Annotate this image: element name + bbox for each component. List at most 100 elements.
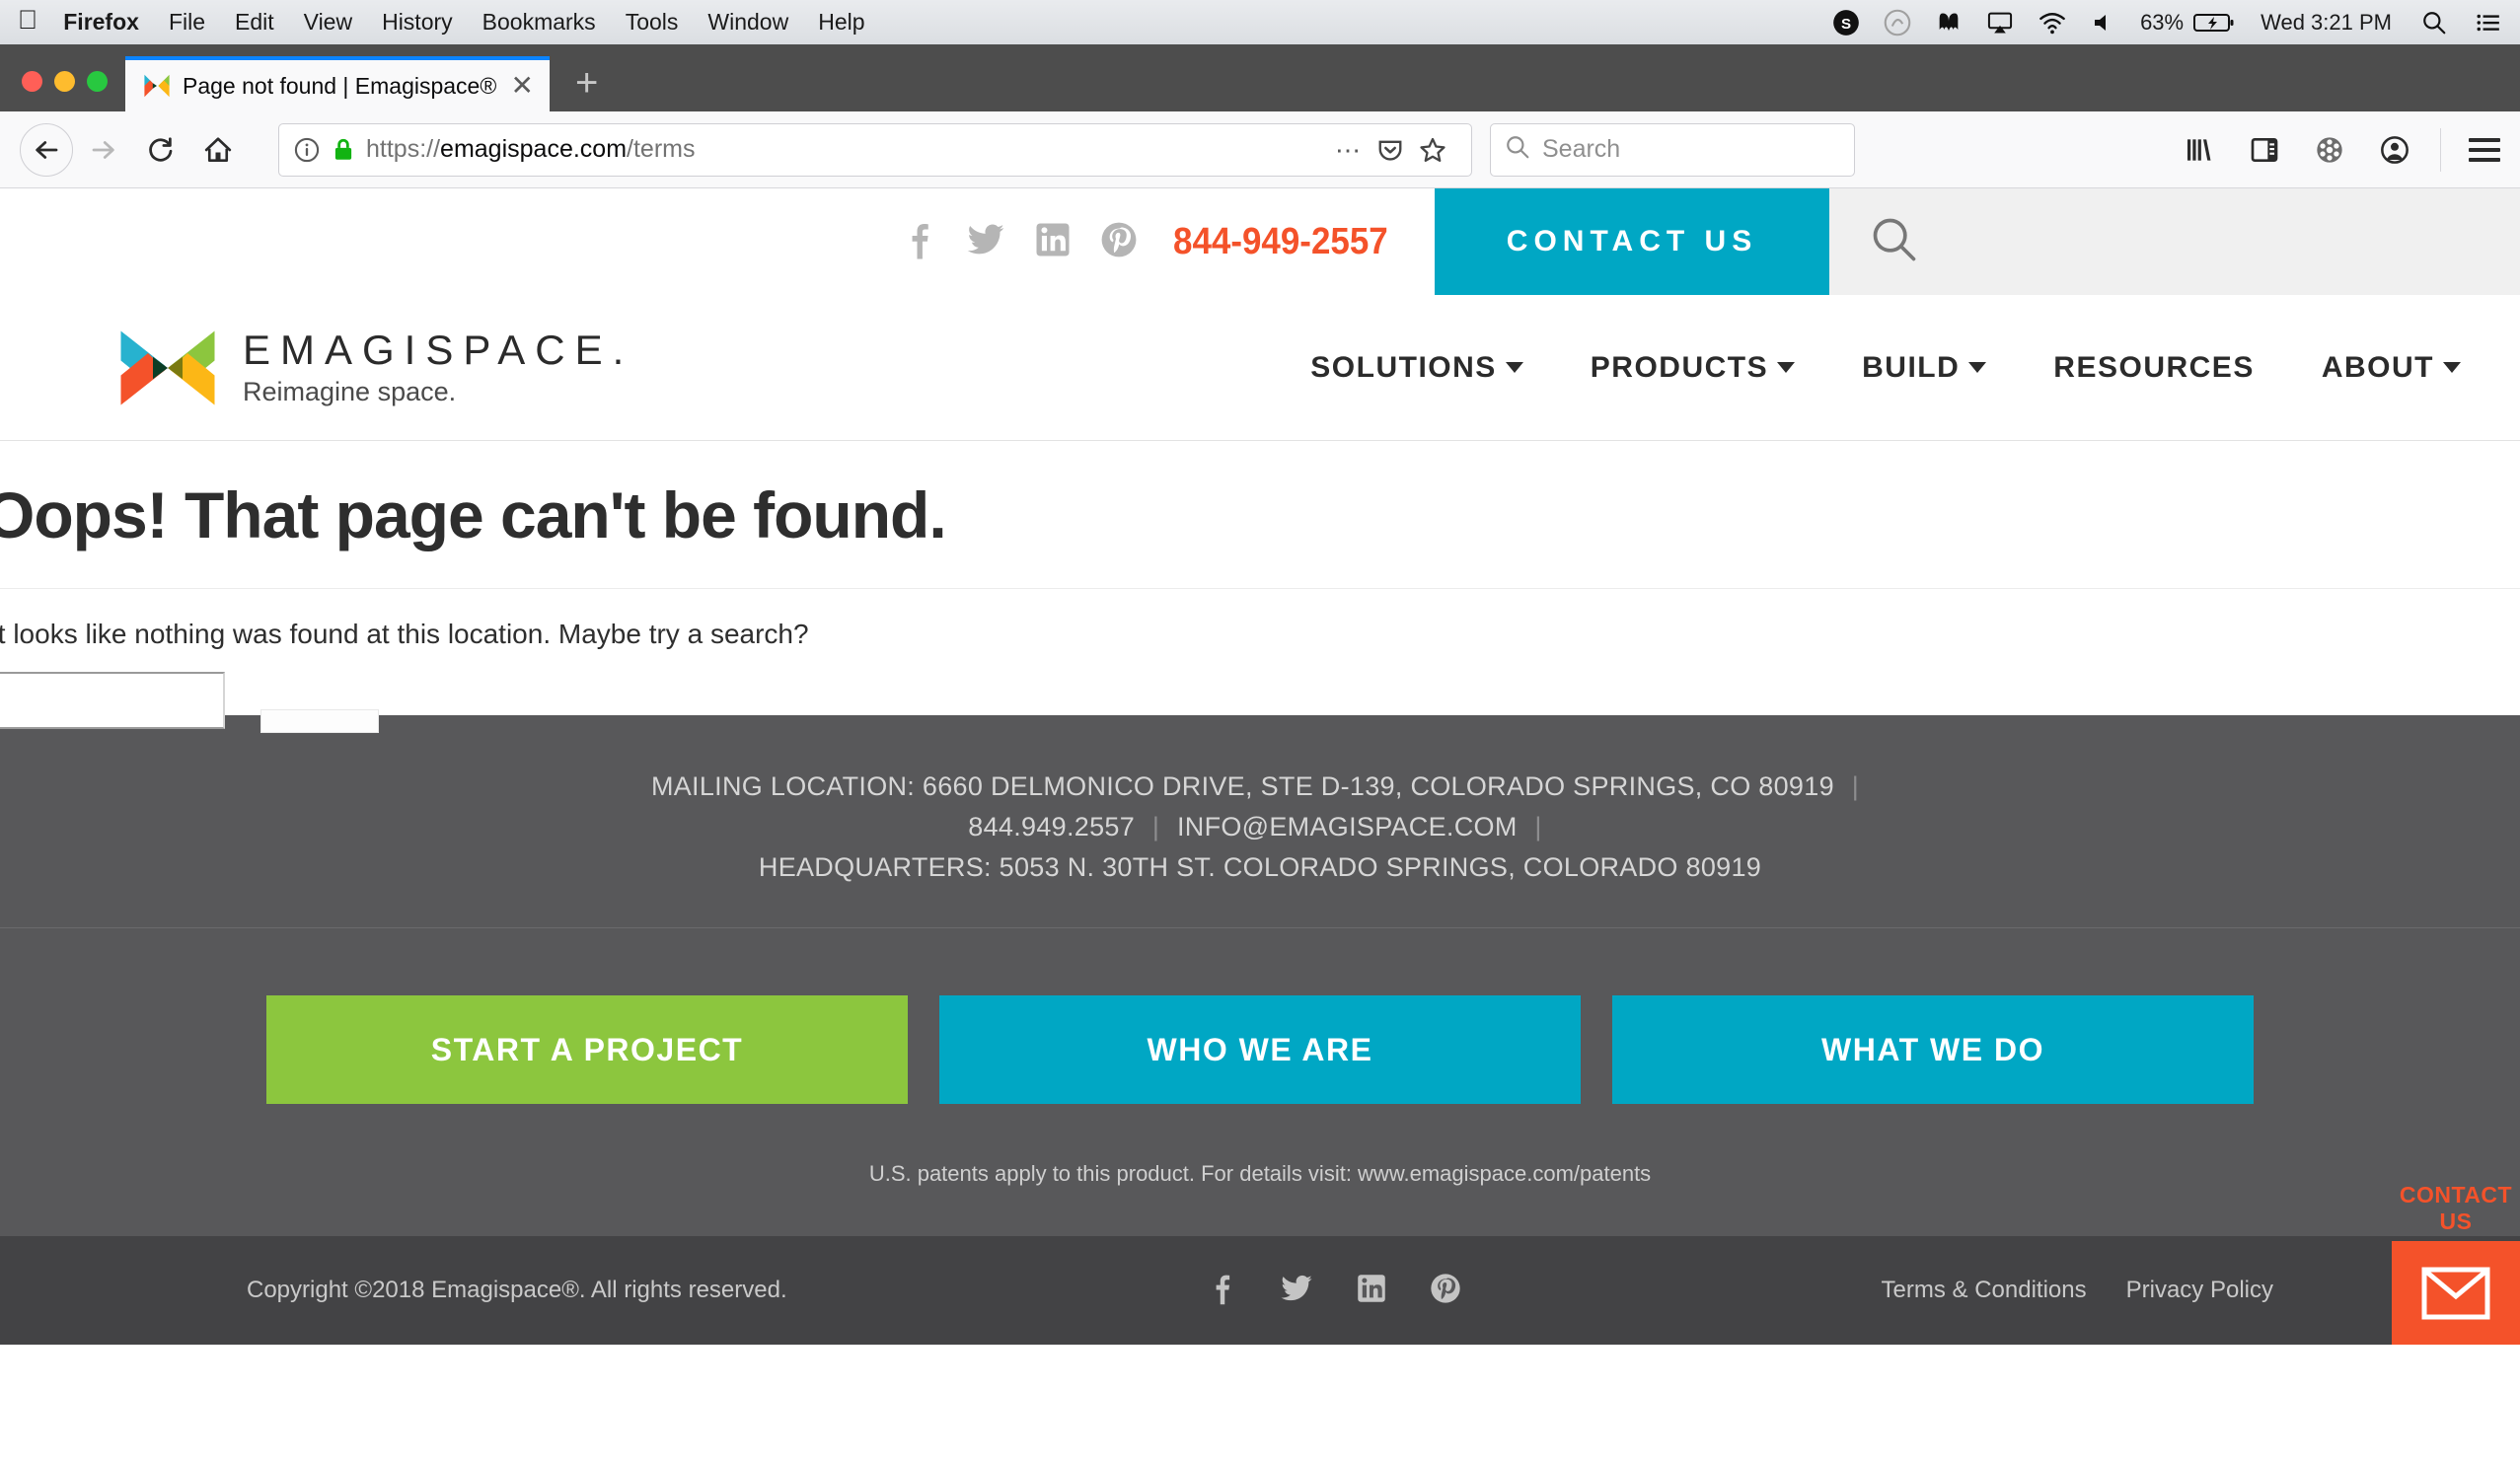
menu-item-view[interactable]: View xyxy=(304,9,352,36)
menu-item-tools[interactable]: Tools xyxy=(626,9,679,36)
menu-icon[interactable] xyxy=(2469,137,2500,162)
facebook-icon[interactable] xyxy=(1207,1272,1236,1310)
sidebar-icon[interactable] xyxy=(2249,134,2280,166)
footer-phone[interactable]: 844.949.2557 xyxy=(968,812,1135,842)
search-icon[interactable] xyxy=(2421,10,2447,36)
tab-title: Page not found | Emagispace® xyxy=(183,72,497,99)
new-tab-button[interactable]: + xyxy=(575,61,598,106)
sticky-contact-widget[interactable]: CONTACT US xyxy=(2392,1182,2520,1346)
logo-name: EMAGISPACE. xyxy=(243,327,634,373)
close-window-button[interactable] xyxy=(22,71,42,92)
browser-nav-bar: https://emagispace.com/terms ⋯ Search xyxy=(0,111,2520,188)
logo-text: EMAGISPACE. Reimagine space. xyxy=(243,329,633,405)
browser-tab[interactable]: Page not found | Emagispace® ✕ xyxy=(125,56,550,111)
wifi-icon[interactable] xyxy=(2038,9,2067,37)
airplay-icon[interactable] xyxy=(1986,9,2014,37)
footer-cta-buttons: START A PROJECT WHO WE ARE WHAT WE DO xyxy=(0,928,2520,1105)
volume-icon[interactable] xyxy=(2091,10,2114,36)
nav-label-about: ABOUT xyxy=(2321,350,2434,384)
footer-contact-line: 844.949.2557 | INFO@EMAGISPACE.COM | xyxy=(0,807,2520,847)
nav-item-about[interactable]: ABOUT xyxy=(2322,351,2461,385)
header-social-links xyxy=(901,220,1138,264)
nav-item-products[interactable]: PRODUCTS xyxy=(1591,351,1796,385)
cta-what-we-do[interactable]: WHAT WE DO xyxy=(1612,995,2254,1105)
search-submit-button[interactable] xyxy=(260,709,379,733)
error-body: It looks like nothing was found at this … xyxy=(0,589,2520,733)
malwarebytes-icon[interactable] xyxy=(1935,9,1963,37)
cta-start-a-project[interactable]: START A PROJECT xyxy=(266,995,908,1105)
reload-icon[interactable] xyxy=(134,123,187,177)
maximize-window-button[interactable] xyxy=(87,71,108,92)
url-scheme: https:// xyxy=(366,135,441,163)
library-icon[interactable] xyxy=(2184,134,2215,166)
nav-item-resources[interactable]: RESOURCES xyxy=(2053,351,2255,385)
privacy-policy-link[interactable]: Privacy Policy xyxy=(2126,1277,2273,1304)
footer-email[interactable]: INFO@EMAGISPACE.COM xyxy=(1177,812,1518,842)
emagispace-x-logo xyxy=(118,319,217,417)
list-icon[interactable] xyxy=(2475,10,2502,36)
creative-cloud-icon[interactable] xyxy=(1884,9,1911,37)
home-icon[interactable] xyxy=(191,123,245,177)
site-logo[interactable]: EMAGISPACE. Reimagine space. xyxy=(118,319,633,417)
header-phone[interactable]: 844-949-2557 xyxy=(1173,221,1388,263)
footer-social-links xyxy=(1207,1272,1461,1310)
nav-item-solutions[interactable]: SOLUTIONS xyxy=(1310,351,1523,385)
footer-address-line1: MAILING LOCATION: 6660 DELMONICO DRIVE, … xyxy=(0,767,2520,807)
site-navigation: SOLUTIONS PRODUCTS BUILD RESOURCES ABOUT xyxy=(1243,351,2461,385)
skype-icon[interactable]: S xyxy=(1832,9,1860,37)
header-search-box[interactable] xyxy=(1829,188,2520,295)
close-icon[interactable]: ✕ xyxy=(511,72,534,100)
copyright-text: Copyright ©2018 Emagispace®. All rights … xyxy=(247,1277,787,1304)
top-strip-left: 844-949-2557 xyxy=(0,188,1435,295)
pinterest-icon[interactable] xyxy=(1100,221,1138,263)
site-footer: MAILING LOCATION: 6660 DELMONICO DRIVE, … xyxy=(0,715,2520,1346)
pocket-icon[interactable] xyxy=(1376,136,1404,164)
menu-item-edit[interactable]: Edit xyxy=(235,9,274,36)
battery-charging-icon[interactable] xyxy=(2193,10,2235,36)
clock[interactable]: Wed 3:21 PM xyxy=(2261,10,2392,36)
nav-item-build[interactable]: BUILD xyxy=(1862,351,1987,385)
chevron-down-icon xyxy=(1777,362,1796,373)
info-icon[interactable] xyxy=(293,136,321,164)
apple-icon[interactable]:  xyxy=(18,7,37,34)
cta-who-we-are[interactable]: WHO WE ARE xyxy=(939,995,1581,1105)
star-icon[interactable] xyxy=(1418,135,1447,165)
film-icon[interactable] xyxy=(2314,134,2345,166)
search-input[interactable] xyxy=(0,672,225,729)
menu-item-file[interactable]: File xyxy=(169,9,205,36)
page-title: Oops! That page can't be found. xyxy=(0,477,947,551)
menu-item-history[interactable]: History xyxy=(382,9,453,36)
footer-patents-text: U.S. patents apply to this product. For … xyxy=(868,1161,1652,1187)
menu-item-firefox[interactable]: Firefox xyxy=(63,9,139,36)
error-heading-row: Oops! That page can't be found. xyxy=(0,441,2520,589)
envelope-icon[interactable] xyxy=(2392,1241,2520,1346)
menu-item-help[interactable]: Help xyxy=(818,9,864,36)
chevron-down-icon xyxy=(1505,362,1523,373)
twitter-icon[interactable] xyxy=(966,220,1005,264)
minimize-window-button[interactable] xyxy=(54,71,75,92)
lock-icon[interactable] xyxy=(331,136,356,164)
search-icon[interactable] xyxy=(1869,214,1920,270)
terms-and-conditions-link[interactable]: Terms & Conditions xyxy=(1882,1277,2087,1304)
linkedin-icon[interactable] xyxy=(1357,1274,1386,1308)
url-bar[interactable]: https://emagispace.com/terms ⋯ xyxy=(278,122,1472,177)
arrow-right-icon xyxy=(77,123,130,177)
facebook-icon[interactable] xyxy=(901,220,936,264)
pinterest-icon[interactable] xyxy=(1430,1273,1461,1309)
site-top-strip: 844-949-2557 CONTACT US xyxy=(0,188,2520,295)
browser-search-bar[interactable]: Search xyxy=(1490,122,1855,177)
window-controls xyxy=(0,71,125,111)
linkedin-icon[interactable] xyxy=(1035,222,1071,262)
os-menu-bar:  Firefox File Edit View History Bookmar… xyxy=(0,0,2520,44)
twitter-icon[interactable] xyxy=(1280,1272,1313,1310)
logo-tagline: Reimagine space. xyxy=(243,377,457,406)
arrow-left-icon[interactable] xyxy=(20,122,73,177)
ellipsis-icon[interactable]: ⋯ xyxy=(1335,137,1363,163)
search-placeholder: Search xyxy=(1542,135,1621,163)
account-icon[interactable] xyxy=(2379,134,2410,166)
footer-address-line3: HEADQUARTERS: 5053 N. 30TH ST. COLORADO … xyxy=(758,852,1762,883)
header-contact-us-button[interactable]: CONTACT US xyxy=(1435,188,1829,295)
menu-item-bookmarks[interactable]: Bookmarks xyxy=(482,9,596,36)
menu-item-window[interactable]: Window xyxy=(707,9,788,36)
battery-percentage: 63% xyxy=(2140,9,2185,35)
